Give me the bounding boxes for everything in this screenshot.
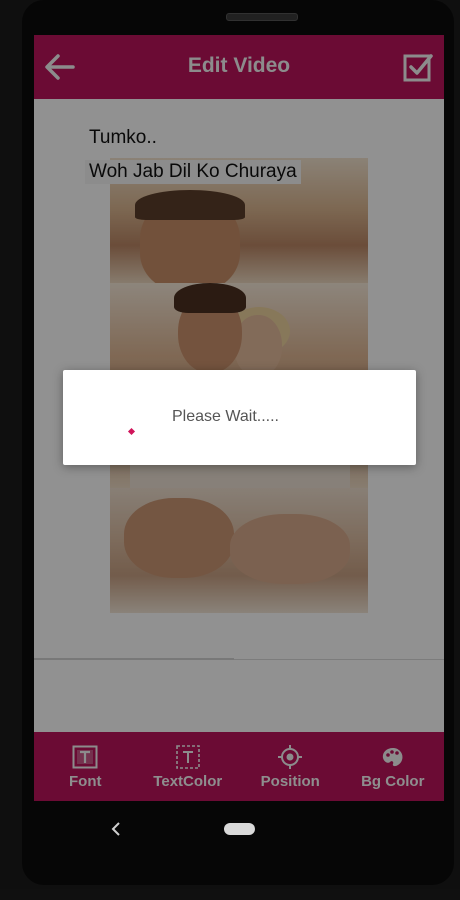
progress-spinner (127, 427, 136, 436)
progress-dialog: Please Wait..... (63, 370, 416, 465)
dialog-message: Please Wait..... (172, 408, 279, 425)
system-nav-bar (22, 801, 454, 885)
nav-back-icon[interactable] (106, 819, 126, 839)
nav-home-icon[interactable] (224, 823, 255, 835)
